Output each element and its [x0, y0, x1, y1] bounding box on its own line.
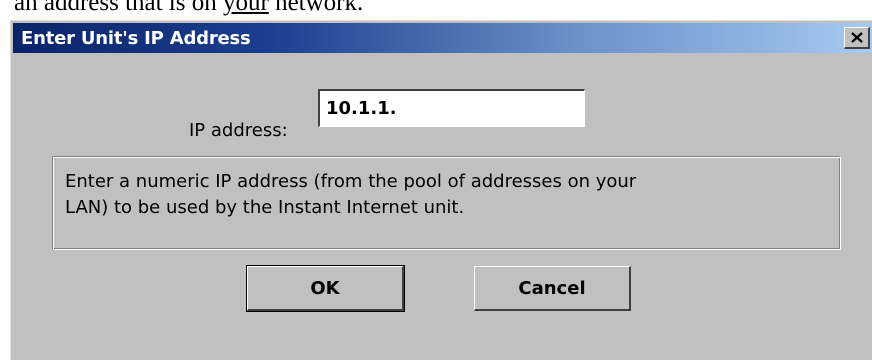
ip-address-input[interactable] [318, 89, 585, 127]
dialog-title: Enter Unit's IP Address [21, 28, 251, 49]
cancel-button[interactable]: Cancel [474, 266, 631, 311]
ok-button[interactable]: OK [246, 265, 405, 312]
document-text: an address that is on your network. [14, 0, 363, 18]
dialog-titlebar[interactable]: Enter Unit's IP Address [13, 23, 872, 53]
info-panel: Enter a numeric IP address (from the poo… [52, 156, 841, 250]
ip-address-label: IP address: [189, 120, 288, 141]
info-text-line-2: LAN) to be used by the Instant Internet … [65, 197, 465, 218]
document-text-end: network. [268, 0, 364, 16]
close-button[interactable] [844, 27, 870, 49]
ip-address-dialog: Enter Unit's IP Address IP address: Ente… [10, 20, 872, 360]
document-text-start: an address that is on [14, 0, 223, 16]
document-text-underlined: your [222, 0, 269, 16]
close-icon [850, 32, 863, 43]
info-text-line-1: Enter a numeric IP address (from the poo… [65, 171, 637, 192]
